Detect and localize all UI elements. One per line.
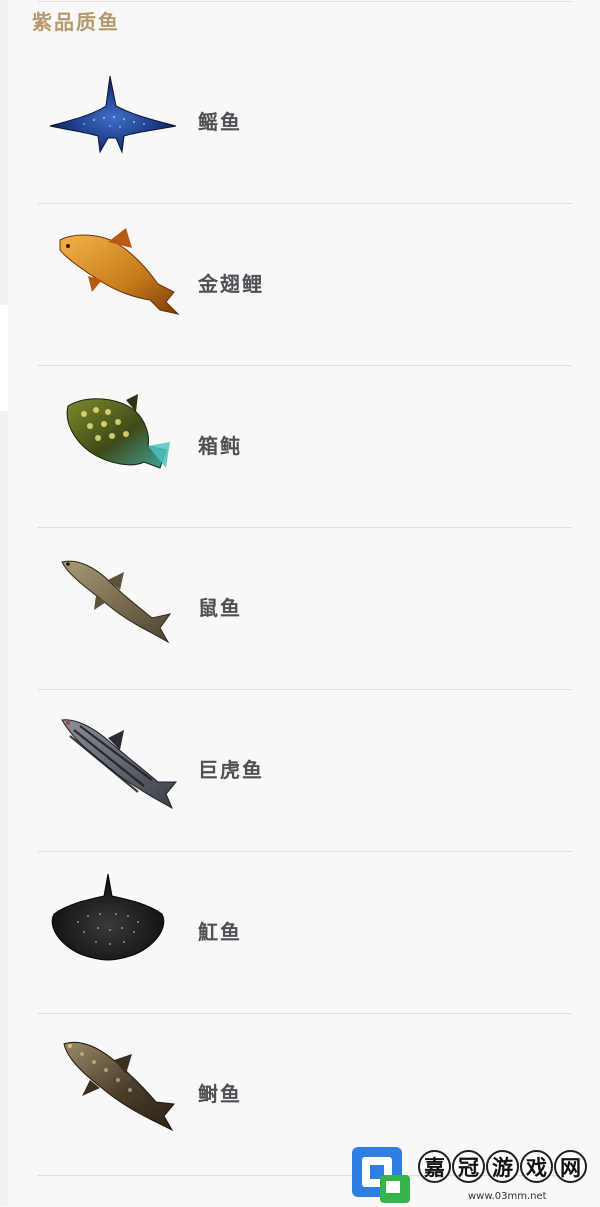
top-divider bbox=[38, 1, 572, 2]
site-logo-icon bbox=[352, 1147, 410, 1203]
fish-name: 鳐鱼 bbox=[198, 110, 242, 134]
fish-name: 魟鱼 bbox=[198, 920, 242, 944]
site-name-badges: 嘉 冠 游 戏 网 bbox=[418, 1150, 588, 1190]
left-rail bbox=[0, 0, 8, 1206]
boxfish-icon bbox=[48, 384, 180, 494]
site-watermark: 嘉 冠 游 戏 网 www.03mm.net bbox=[352, 1147, 592, 1203]
site-name-char: 网 bbox=[554, 1150, 587, 1183]
fish-row-manta-ray: 鳐鱼 bbox=[38, 42, 572, 204]
site-name-char: 冠 bbox=[452, 1150, 485, 1183]
fish-name: 巨虎鱼 bbox=[198, 758, 264, 782]
site-url: www.03mm.net bbox=[468, 1191, 547, 1202]
fish-row-stingray: 魟鱼 bbox=[38, 852, 572, 1014]
fish-name: 鼠鱼 bbox=[198, 596, 242, 620]
fish-name: 箱鲀 bbox=[198, 434, 242, 458]
stingray-icon bbox=[48, 870, 180, 980]
site-name-char: 游 bbox=[486, 1150, 519, 1183]
fish-row-golden-carp: 金翅鲤 bbox=[38, 204, 572, 366]
shad-fish-icon bbox=[48, 1032, 180, 1142]
site-name-char: 嘉 bbox=[418, 1150, 451, 1183]
golden-carp-icon bbox=[48, 222, 180, 332]
section-title: 紫品质鱼 bbox=[32, 10, 120, 34]
fish-list: 鳐鱼 金翅鲤 箱鲀 鼠鱼 巨虎鱼 魟鱼 鲥鱼 bbox=[38, 42, 572, 1176]
fish-row-boxfish: 箱鲀 bbox=[38, 366, 572, 528]
content-page: 紫品质鱼 鳐鱼 金翅鲤 箱鲀 鼠鱼 巨虎鱼 魟鱼 鲥鱼 bbox=[8, 0, 600, 1206]
site-name-char: 戏 bbox=[520, 1150, 553, 1183]
left-rail-gap bbox=[0, 305, 8, 411]
fish-name: 金翅鲤 bbox=[198, 272, 264, 296]
fish-name: 鲥鱼 bbox=[198, 1082, 242, 1106]
tiger-fish-icon bbox=[48, 708, 180, 818]
mouse-fish-icon bbox=[48, 546, 180, 656]
fish-row-mouse-fish: 鼠鱼 bbox=[38, 528, 572, 690]
manta-ray-icon bbox=[48, 60, 180, 170]
fish-row-tiger-fish: 巨虎鱼 bbox=[38, 690, 572, 852]
